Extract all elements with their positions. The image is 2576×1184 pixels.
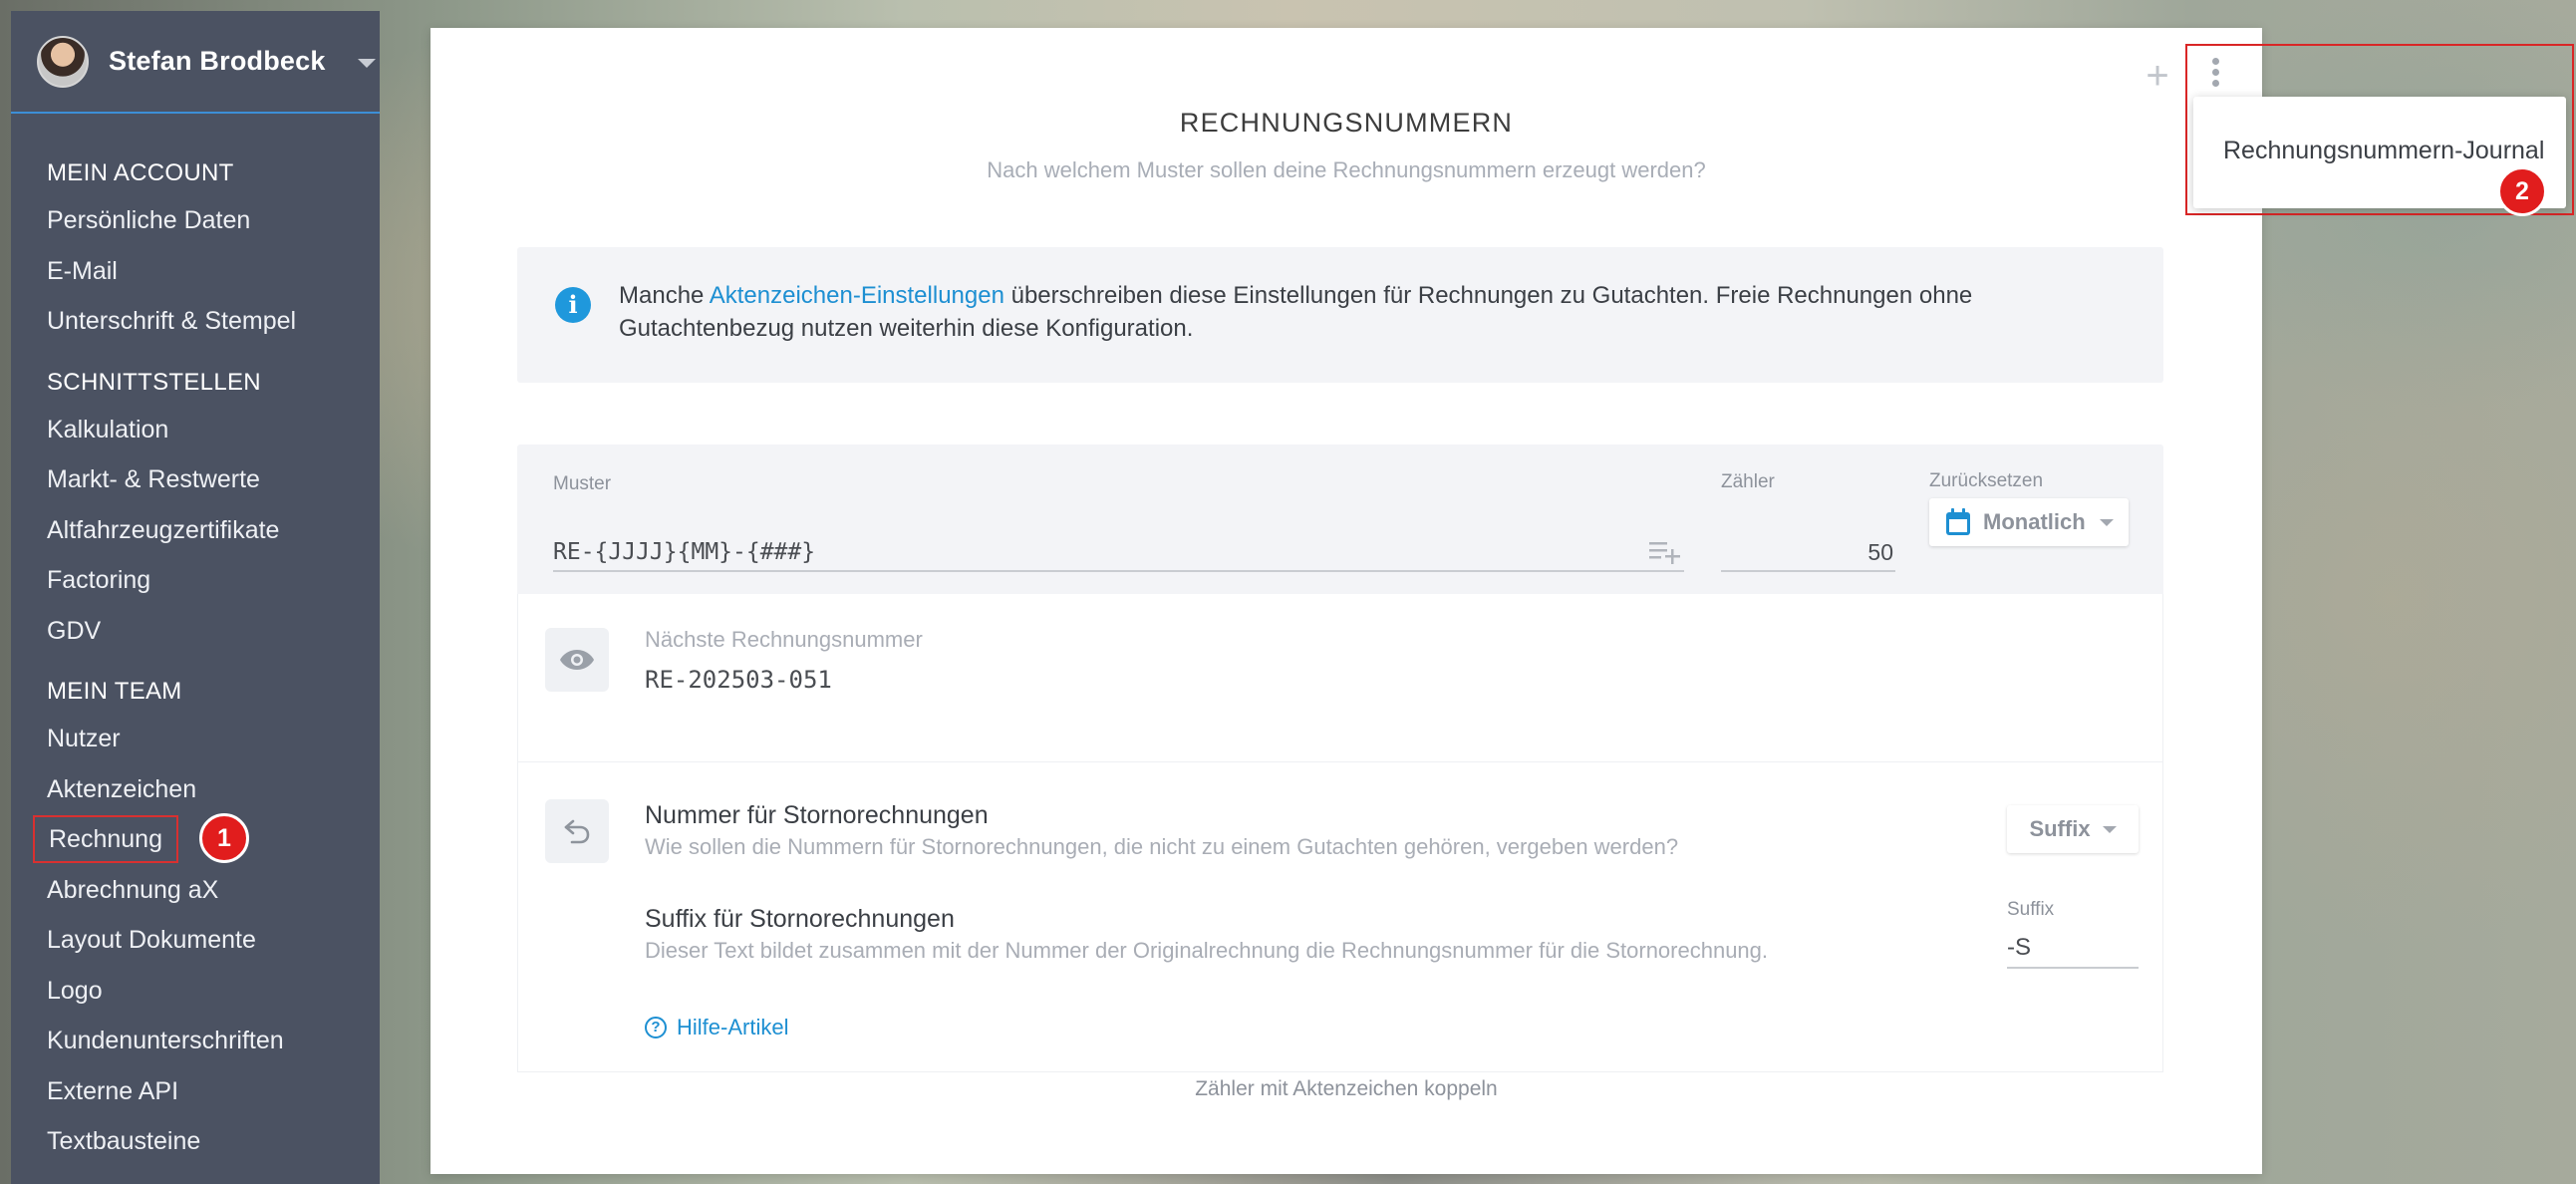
divider <box>518 761 2162 762</box>
info-text: Manche Aktenzeichen-Einstellungen übersc… <box>619 279 2114 345</box>
suffix-description: Dieser Text bildet zusammen mit der Numm… <box>645 938 1769 963</box>
preview-icon-box <box>545 628 609 692</box>
help-article-link[interactable]: ? Hilfe-Artikel <box>645 1015 788 1040</box>
sidebar-item-externe-api[interactable]: Externe API <box>11 1066 380 1117</box>
sidebar-section-account: MEIN ACCOUNT Persönliche Daten E-Mail Un… <box>11 159 380 347</box>
invoice-number-card: + RECHNUNGSNUMMERN Nach welchem Muster s… <box>430 28 2262 1174</box>
storno-title: Nummer für Stornorechnungen <box>645 801 989 829</box>
sidebar-item-aktenzeichen[interactable]: Aktenzeichen <box>11 764 380 815</box>
sidebar: Stefan Brodbeck MEIN ACCOUNT Persönliche… <box>11 11 380 1184</box>
sidebar-item-abrechnung-ax[interactable]: Abrechnung aX <box>11 865 380 916</box>
sidebar-item-logo[interactable]: Logo <box>11 966 380 1017</box>
sidebar-item-nutzer[interactable]: Nutzer <box>11 714 380 764</box>
caret-down-icon <box>2099 518 2114 526</box>
storno-icon-box <box>545 799 609 863</box>
help-icon: ? <box>645 1017 667 1038</box>
more-options-icon[interactable] <box>2205 58 2225 98</box>
calendar-icon <box>1946 508 1970 535</box>
sidebar-item-altfahrzeugzertifikate[interactable]: Altfahrzeugzertifikate <box>11 505 380 556</box>
reset-label: Zurücksetzen <box>1929 470 2044 491</box>
user-menu[interactable]: Stefan Brodbeck <box>11 11 380 114</box>
sidebar-item-factoring[interactable]: Factoring <box>11 555 380 606</box>
info-icon: i <box>555 287 591 323</box>
settings-panel: Nächste Rechnungsnummer RE-202503-051 Nu… <box>517 594 2163 1072</box>
sidebar-item-kalkulation[interactable]: Kalkulation <box>11 405 380 455</box>
suffix-title: Suffix für Stornorechnungen <box>645 905 955 933</box>
eye-icon <box>560 650 594 670</box>
storno-mode-select[interactable]: Suffix <box>2007 805 2139 853</box>
playlist-add-icon[interactable] <box>1649 540 1681 564</box>
sidebar-item-textbausteine[interactable]: Textbausteine <box>11 1116 380 1167</box>
muster-input[interactable]: RE-{JJJJ}{MM}-{###} <box>553 532 1684 572</box>
suffix-label: Suffix <box>2007 899 2055 920</box>
sidebar-item-gdv[interactable]: GDV <box>11 606 380 657</box>
section-heading: SCHNITTSTELLEN <box>47 368 261 396</box>
reset-select[interactable]: Monatlich <box>1929 498 2129 546</box>
info-text-prefix: Manche <box>619 282 710 309</box>
counter-input[interactable]: 50 <box>1721 532 1895 572</box>
sidebar-item-kundenunterschriften[interactable]: Kundenunterschriften <box>11 1016 380 1066</box>
chevron-down-icon[interactable] <box>357 59 376 68</box>
step-badge: 1 <box>199 813 249 863</box>
muster-label: Muster <box>553 473 612 494</box>
sidebar-item-rechnung[interactable]: Rechnung 1 <box>11 813 380 865</box>
storno-description: Wie sollen die Nummern für Stornorechnun… <box>645 834 1679 859</box>
page-title: RECHNUNGSNUMMERN <box>1179 108 1514 138</box>
section-heading: MEIN TEAM <box>47 678 182 705</box>
sidebar-item-unterschrift[interactable]: Unterschrift & Stempel <box>11 296 380 347</box>
step-badge: 2 <box>2497 166 2547 216</box>
sidebar-item-email[interactable]: E-Mail <box>11 246 380 297</box>
page-subtitle: Nach welchem Muster sollen deine Rechnun… <box>987 157 1706 182</box>
counter-label: Zähler <box>1721 471 1775 492</box>
next-number-label: Nächste Rechnungsnummer <box>645 627 923 652</box>
couple-counter-link[interactable]: Zähler mit Aktenzeichen koppeln <box>430 1077 2262 1101</box>
reset-select-value: Monatlich <box>1983 509 2086 534</box>
info-box: i Manche Aktenzeichen-Einstellungen über… <box>517 247 2163 383</box>
storno-mode-value: Suffix <box>2029 816 2091 841</box>
more-options-menu: Rechnungsnummern-Journal 2 <box>2193 97 2566 216</box>
user-name: Stefan Brodbeck <box>109 46 326 76</box>
menu-item-journal[interactable]: Rechnungsnummern-Journal <box>2223 137 2544 165</box>
undo-icon <box>564 819 590 844</box>
section-heading: MEIN ACCOUNT <box>47 159 234 186</box>
aktenzeichen-settings-link[interactable]: Aktenzeichen-Einstellungen <box>710 282 1004 309</box>
suffix-input[interactable]: -S <box>2007 927 2139 969</box>
caret-down-icon <box>2102 825 2117 833</box>
avatar <box>37 35 89 88</box>
sidebar-item-persoenliche-daten[interactable]: Persönliche Daten <box>11 195 380 246</box>
sidebar-section-team: MEIN TEAM Nutzer Aktenzeichen Rechnung 1… <box>11 678 380 1167</box>
sidebar-section-schnittstellen: SCHNITTSTELLEN Kalkulation Markt- & Rest… <box>11 369 380 657</box>
sidebar-item-layout-dokumente[interactable]: Layout Dokumente <box>11 915 380 966</box>
pattern-panel: Muster RE-{JJJJ}{MM}-{###} Zähler 50 Zur… <box>517 444 2163 594</box>
sidebar-item-markt-restwerte[interactable]: Markt- & Restwerte <box>11 454 380 505</box>
help-article-label: Hilfe-Artikel <box>677 1015 789 1039</box>
plus-icon[interactable]: + <box>2138 56 2177 96</box>
next-number-value: RE-202503-051 <box>645 666 832 694</box>
